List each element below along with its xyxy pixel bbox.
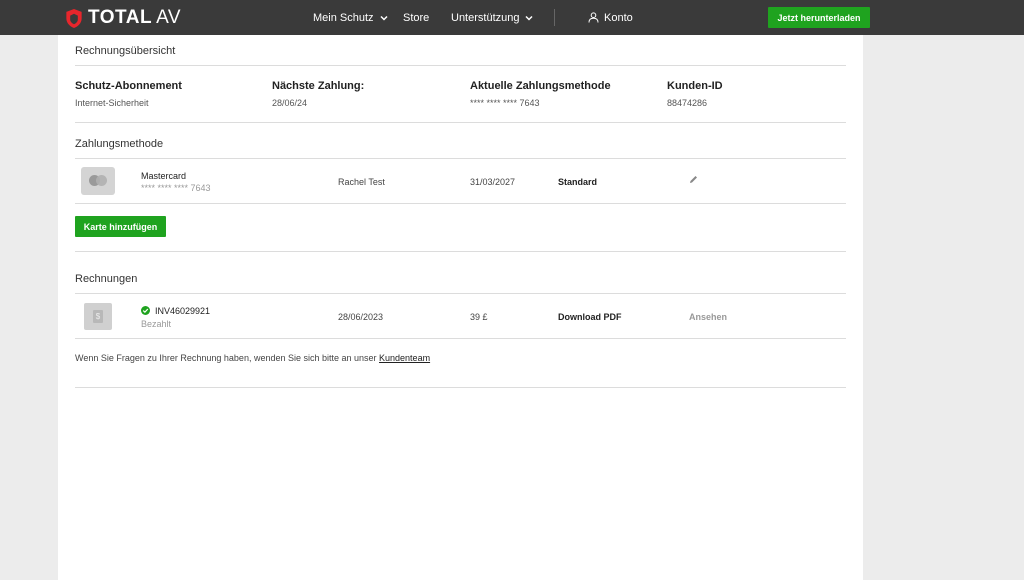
nav-account-label: Konto (604, 11, 633, 24)
check-circle-icon (141, 306, 150, 315)
subscription-label: Schutz-Abonnement (75, 80, 182, 92)
nav-mein-schutz-label: Mein Schutz (313, 11, 374, 24)
download-pdf-link[interactable]: Download PDF (558, 312, 622, 322)
nav-divider (554, 9, 555, 26)
support-note-text: Wenn Sie Fragen zu Ihrer Rechnung haben,… (75, 353, 380, 363)
invoice-amount: 39 £ (470, 312, 488, 322)
chevron-down-icon (525, 15, 534, 21)
nav-support-label: Unterstützung (451, 11, 520, 24)
payment-method-title: Zahlungsmethode (75, 138, 164, 150)
divider (75, 338, 846, 339)
customer-id-value: 88474286 (667, 98, 708, 108)
current-payment-method-value: **** **** **** 7643 (470, 98, 540, 108)
add-card-button[interactable]: Karte hinzufügen (75, 216, 166, 237)
divider (75, 158, 846, 159)
next-payment-label: Nächste Zahlung: (272, 80, 365, 92)
nav-support[interactable]: Unterstützung (451, 0, 534, 35)
divider (75, 293, 846, 294)
dollar-glyph: $ (93, 310, 103, 323)
invoice-date: 28/06/2023 (338, 312, 384, 322)
invoices-title: Rechnungen (75, 273, 138, 285)
card-brand: Mastercard (141, 171, 187, 181)
card-holder: Rachel Test (338, 177, 385, 187)
top-navbar: TOTAL AV Mein Schutz Store Unterstützung… (0, 0, 1024, 35)
billing-overview-title: Rechnungsübersicht (75, 45, 176, 57)
current-payment-method-label: Aktuelle Zahlungsmethode (470, 80, 611, 92)
subscription-value: Internet-Sicherheit (75, 98, 149, 108)
chevron-down-icon (380, 15, 388, 21)
support-note: Wenn Sie Fragen zu Ihrer Rechnung haben,… (75, 353, 430, 363)
logo-text-total: TOTAL (88, 7, 153, 28)
divider (75, 65, 846, 66)
invoice-status: Bezahlt (141, 319, 172, 329)
mastercard-icon (81, 167, 115, 195)
next-payment-value: 28/06/24 (272, 98, 308, 108)
invoice-document-icon: $ (84, 303, 112, 330)
mastercard-circle-right (96, 175, 107, 186)
shield-logo-icon (66, 8, 82, 28)
invoice-id: INV46029921 (155, 306, 211, 316)
card-expiry: 31/03/2027 (470, 177, 516, 187)
download-now-button[interactable]: Jetzt herunterladen (768, 7, 870, 28)
customer-id-label: Kunden-ID (667, 80, 723, 92)
view-invoice-link[interactable]: Ansehen (689, 312, 727, 322)
customer-team-link[interactable]: Kundenteam (379, 353, 430, 363)
divider (75, 203, 846, 204)
divider (75, 387, 846, 388)
pencil-icon[interactable] (688, 174, 699, 185)
nav-store-label: Store (403, 11, 430, 24)
totalav-logo[interactable]: TOTAL AV (64, 7, 181, 29)
divider (75, 251, 846, 252)
default-badge: Standard (558, 177, 598, 187)
nav-account[interactable]: Konto (588, 0, 633, 35)
nav-mein-schutz[interactable]: Mein Schutz (313, 0, 388, 35)
nav-store[interactable]: Store (403, 0, 429, 35)
divider (75, 122, 846, 123)
card-number: **** **** **** 7643 (141, 183, 211, 193)
user-icon (588, 12, 599, 23)
logo-text-av: AV (156, 7, 182, 28)
